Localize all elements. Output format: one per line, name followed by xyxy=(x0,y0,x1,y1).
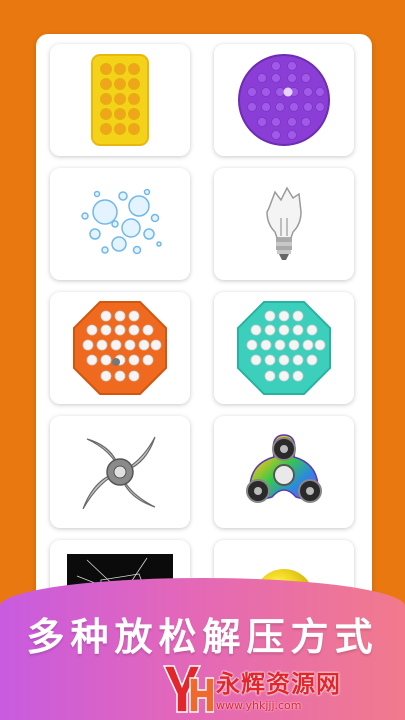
watermark-name: 永辉资源网 xyxy=(216,670,341,698)
tile-rainbow-fidget-spinner[interactable] xyxy=(214,416,354,528)
slogan-text: 多种放松解压方式 xyxy=(26,615,379,659)
tile-shuriken[interactable] xyxy=(50,416,190,528)
purple-pop-it-icon xyxy=(238,54,330,146)
tile-broken-light-bulb[interactable] xyxy=(214,168,354,280)
tile-bubbles[interactable] xyxy=(50,168,190,280)
orange-pop-it-icon xyxy=(73,301,167,395)
light-bulb-icon xyxy=(266,186,302,260)
bubbles-icon xyxy=(81,188,162,255)
tile-orange-octagon-pop-it[interactable] xyxy=(50,292,190,404)
teal-pop-it-icon xyxy=(237,301,331,395)
watermark: 永辉资源网 www.yhkjjj.com xyxy=(160,660,341,716)
tile-yellow-rectangle-pop-it[interactable] xyxy=(50,44,190,156)
watermark-url: www.yhkjjj.com xyxy=(216,699,302,712)
yellow-pop-it-icon xyxy=(91,54,149,146)
shuriken-icon xyxy=(82,436,156,510)
tile-purple-round-pop-it[interactable] xyxy=(214,44,354,156)
tile-teal-octagon-pop-it[interactable] xyxy=(214,292,354,404)
watermark-logo-icon xyxy=(162,665,214,713)
fidget-spinner-icon xyxy=(246,434,322,503)
